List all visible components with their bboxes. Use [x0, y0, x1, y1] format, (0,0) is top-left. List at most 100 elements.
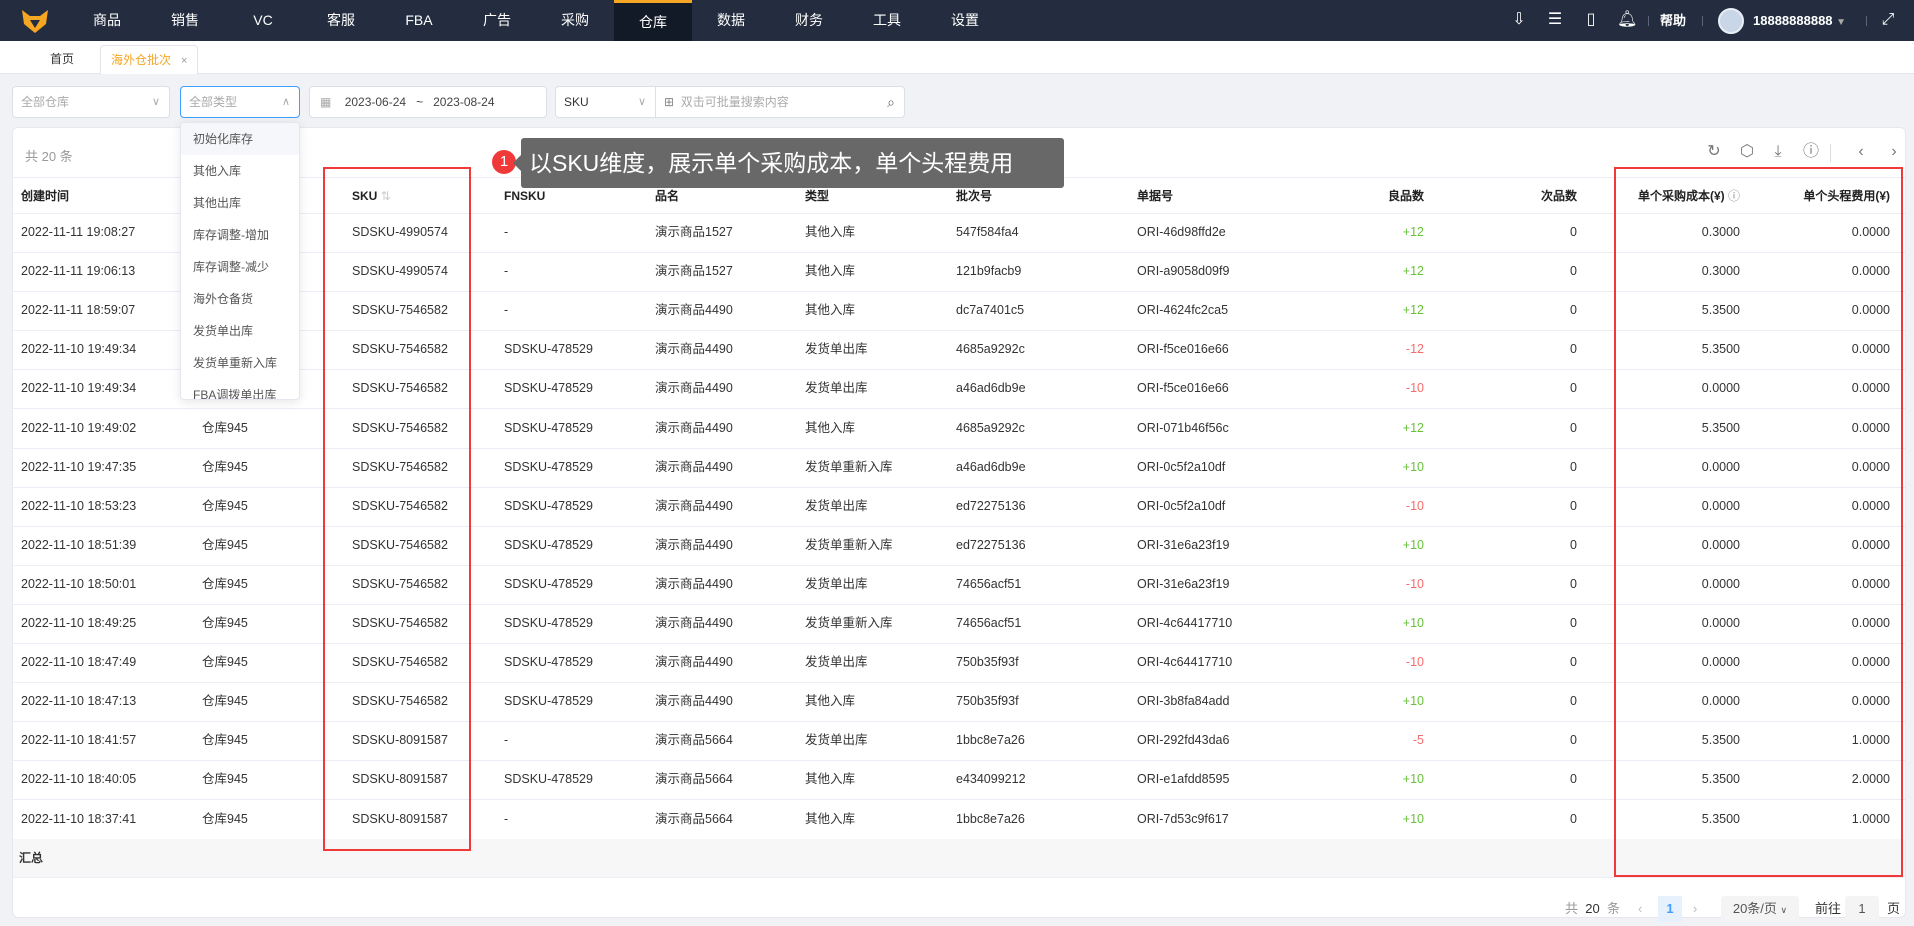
cell-name: 演示商品4490	[655, 342, 733, 357]
goto-page-input[interactable]: 1	[1845, 896, 1879, 922]
column-header-sku[interactable]: SKU ⇅	[352, 178, 391, 215]
tab-overseas-batch[interactable]: 海外仓批次 ×	[100, 45, 199, 74]
table-row[interactable]: 2022-11-10 18:41:57 仓库945 SDSKU-8091587 - 演示…	[13, 722, 1905, 762]
nav-item[interactable]: FBA	[380, 0, 458, 41]
cell-doc: ORI-4c64417710	[1137, 616, 1233, 630]
cell-name: 演示商品5664	[655, 772, 733, 787]
prev-page-button[interactable]: ‹	[1638, 896, 1642, 922]
cell-sku: SDSKU-4990574	[352, 264, 448, 279]
table-row[interactable]: 2022-11-10 19:49:02 仓库945 SDSKU-7546582 SDS…	[13, 410, 1905, 449]
page-size-select[interactable]: 20条/页 ∨	[1721, 896, 1799, 922]
cell-freight: 0.0000	[1851, 498, 1890, 513]
nav-item[interactable]: 广告	[458, 0, 536, 41]
table-row[interactable]: 2022-11-10 18:47:49 仓库945 SDSKU-7546582 SDS…	[13, 644, 1905, 684]
table-row[interactable]: 2022-11-10 18:50:01 仓库945 SDSKU-7546582 SDS…	[13, 566, 1905, 605]
dropdown-option[interactable]: 海外仓备货	[181, 283, 299, 315]
dropdown-option[interactable]: 发货单重新入库	[181, 347, 299, 379]
cell-warehouse: 仓库945	[202, 576, 248, 591]
nav-item[interactable]: 商品	[68, 0, 146, 41]
tab-home[interactable]: 首页	[50, 45, 74, 74]
cell-bad: 0	[1570, 537, 1577, 552]
cell-doc: ORI-f5ce016e66	[1137, 342, 1229, 357]
dropdown-option[interactable]: 初始化库存	[181, 123, 299, 155]
cell-freight: 1.0000	[1851, 733, 1890, 748]
table-row[interactable]: 2022-11-10 18:53:23 仓库945 SDSKU-7546582 SDS…	[13, 488, 1905, 527]
cell-batch: dc7a7401c5	[956, 303, 1025, 318]
cell-doc: ORI-071b46f56c	[1137, 420, 1229, 435]
table-row[interactable]: 2022-11-10 18:37:41 仓库945 SDSKU-8091587 - 演示…	[13, 801, 1905, 840]
cell-sku: SDSKU-7546582	[352, 616, 448, 630]
cell-time: 2022-11-10 18:53:23	[21, 498, 137, 513]
search-field-select[interactable]: SKU ∨	[555, 86, 656, 118]
download-icon[interactable]: ⇩	[1509, 10, 1529, 30]
column-header-freight[interactable]: 单个头程费用(¥)	[1803, 178, 1890, 215]
fox-logo-icon[interactable]	[20, 8, 50, 34]
search-field-value: SKU	[564, 95, 589, 109]
export-icon[interactable]: ⤓	[1768, 142, 1788, 162]
type-select[interactable]: 全部类型 ∧	[180, 86, 300, 118]
dropdown-option[interactable]: FBA调拨单出库	[181, 379, 299, 399]
settings-icon[interactable]: ⬡	[1737, 142, 1757, 162]
dropdown-option[interactable]: 其他入库	[181, 155, 299, 187]
cell-fnsku: SDSKU-478529	[504, 498, 593, 513]
cell-fnsku: SDSKU-478529	[504, 694, 593, 709]
search-input[interactable]: ⊞ 双击可批量搜索内容 ⌕	[655, 86, 905, 118]
cell-cost: 5.3500	[1701, 811, 1740, 826]
cell-good: -10	[1405, 498, 1424, 513]
nav-item[interactable]: 采购	[536, 0, 614, 41]
help-icon[interactable]: ⓘ	[1725, 189, 1740, 203]
table-row[interactable]: 2022-11-10 18:40:05 仓库945 SDSKU-8091587 SDS…	[13, 761, 1905, 801]
refresh-icon[interactable]: ↻	[1704, 142, 1724, 162]
header-label: 单据号	[1137, 189, 1174, 203]
task-list-icon[interactable]: ☰	[1545, 10, 1565, 30]
bell-icon[interactable]: 🔔︎	[1617, 10, 1637, 30]
cell-fnsku: SDSKU-478529	[504, 381, 593, 396]
cell-fnsku: SDSKU-478529	[504, 576, 593, 591]
close-icon[interactable]: ×	[181, 55, 187, 67]
type-dropdown: 初始化库存 其他入库 其他出库 库存调整-增加 库存调整-减少 海外仓备货 发货单出库 发货单…	[180, 122, 300, 400]
mobile-icon[interactable]: ▯	[1581, 10, 1601, 30]
cell-time: 2022-11-10 18:49:25	[21, 616, 137, 630]
table-row[interactable]: 2022-11-10 18:49:25 仓库945 SDSKU-7546582 SDS…	[13, 605, 1905, 644]
warehouse-select[interactable]: 全部仓库 ∨	[12, 86, 170, 118]
cell-time: 2022-11-10 19:49:02	[21, 420, 137, 435]
cell-name: 演示商品4490	[655, 694, 733, 709]
fullscreen-icon[interactable]: ⤢	[1878, 10, 1898, 30]
nav-item[interactable]: 仓库	[614, 0, 692, 41]
sort-icon[interactable]: ⇅	[377, 189, 391, 203]
column-header-bad[interactable]: 次品数	[1541, 178, 1577, 215]
nav-item[interactable]: 工具	[848, 0, 926, 41]
scroll-left-icon[interactable]: ‹	[1851, 142, 1871, 162]
user-menu[interactable]: 18888888888 ▼	[1753, 0, 1846, 43]
search-icon[interactable]: ⌕	[887, 87, 895, 117]
page-1[interactable]: 1	[1658, 896, 1682, 922]
dropdown-option[interactable]: 发货单出库	[181, 315, 299, 347]
nav-item[interactable]: 销售	[146, 0, 224, 41]
nav-item[interactable]: VC	[224, 0, 302, 41]
nav-item[interactable]: 财务	[770, 0, 848, 41]
dropdown-option[interactable]: 库存调整-增加	[181, 219, 299, 251]
cell-time: 2022-11-10 18:50:01	[21, 576, 137, 591]
scroll-right-icon[interactable]: ›	[1884, 142, 1904, 162]
help-link[interactable]: 帮助	[1660, 0, 1686, 41]
table-row[interactable]: 2022-11-10 19:47:35 仓库945 SDSKU-7546582 SDS…	[13, 449, 1905, 488]
cell-warehouse: 仓库945	[202, 733, 248, 748]
dropdown-option[interactable]: 库存调整-减少	[181, 251, 299, 283]
cell-name: 演示商品4490	[655, 498, 733, 513]
column-header-cost[interactable]: 单个采购成本(¥) ⓘ	[1638, 178, 1740, 215]
table-row[interactable]: 2022-11-10 18:51:39 仓库945 SDSKU-7546582 SDS…	[13, 527, 1905, 566]
dropdown-option[interactable]: 其他出库	[181, 187, 299, 219]
next-page-button[interactable]: ›	[1693, 896, 1697, 922]
nav-item[interactable]: 数据	[692, 0, 770, 41]
date-range-picker[interactable]: ▦ 2023-06-24 ~ 2023-08-24	[309, 86, 547, 118]
column-header-time[interactable]: 创建时间	[21, 178, 69, 215]
nav-item[interactable]: 客服	[302, 0, 380, 41]
column-header-good[interactable]: 良品数	[1388, 178, 1424, 215]
column-header-doc[interactable]: 单据号	[1137, 178, 1173, 215]
nav-item[interactable]: 设置	[926, 0, 1004, 41]
cell-bad: 0	[1570, 576, 1577, 591]
avatar[interactable]	[1718, 8, 1744, 34]
table-row[interactable]: 2022-11-10 18:47:13 仓库945 SDSKU-7546582 SDS…	[13, 683, 1905, 723]
help-icon[interactable]: ⓘ	[1801, 142, 1821, 162]
cell-type: 发货单出库	[805, 381, 868, 396]
